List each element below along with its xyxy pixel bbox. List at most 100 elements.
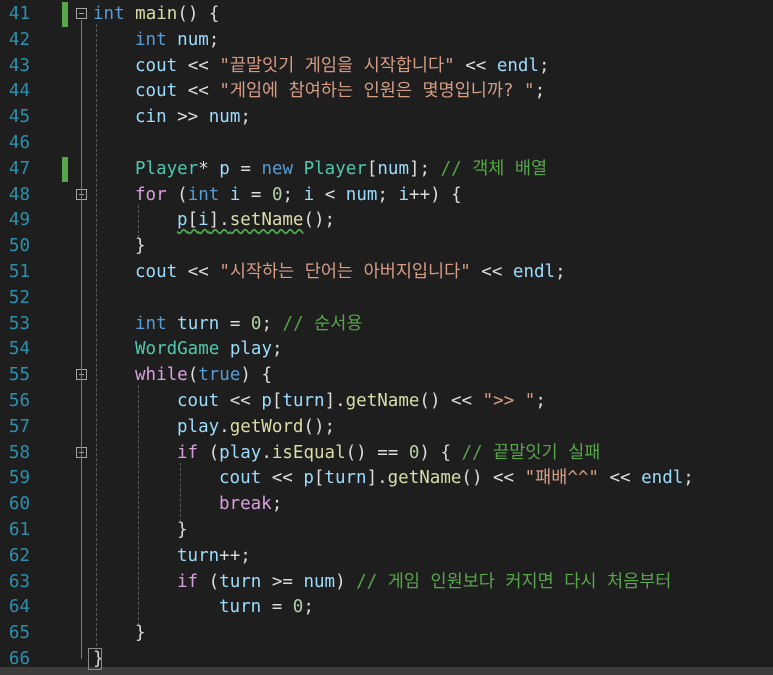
line-number: 52	[8, 287, 30, 308]
code-token: main	[135, 4, 178, 24]
code-token: [	[313, 468, 325, 489]
code-token: >>	[166, 107, 209, 128]
code-token: true	[198, 365, 241, 386]
code-text: cout << p[turn].getName() << ">> ";	[177, 389, 546, 415]
code-token: [	[187, 210, 199, 231]
code-line[interactable]: 42 int num;	[0, 28, 773, 54]
code-token: ;	[271, 494, 283, 515]
code-line[interactable]: 58 if (play.isEqual() == 0) { // 끝말잇기 실패	[0, 441, 773, 467]
code-text: turn++;	[177, 544, 251, 570]
collapse-icon[interactable]	[76, 8, 87, 19]
code-text: int turn = 0; // 순서용	[135, 312, 362, 338]
indent-guide	[96, 24, 97, 651]
code-token: int	[135, 313, 167, 334]
code-line[interactable]: 48 for (int i = 0; i < num; i++) {	[0, 183, 773, 209]
code-line[interactable]: 45 cin >> num;	[0, 105, 773, 131]
code-token: <<	[470, 262, 513, 282]
code-token: () ==	[345, 442, 409, 463]
code-text: Player* p = new Player[num]; // 객체 배열	[135, 157, 547, 183]
code-line[interactable]: 61}	[0, 518, 773, 544]
code-token: // 객체 배열	[440, 158, 548, 179]
line-number: 50	[8, 236, 30, 257]
code-token: }	[177, 520, 188, 540]
code-text: if (play.isEqual() == 0) { // 끝말잇기 실패	[177, 441, 600, 467]
code-text: cout << "끝말잇기 게임을 시작합니다" << endl;	[135, 54, 550, 80]
code-token: i	[229, 184, 241, 205]
code-line[interactable]: 57 play.getWord();	[0, 415, 773, 441]
code-token: ++) {	[409, 184, 462, 205]
code-line[interactable]: 60 break;	[0, 492, 773, 518]
code-text: while(true) {	[135, 363, 272, 389]
code-token: WordGame	[135, 339, 220, 360]
code-line[interactable]: 44 cout << "게임에 참여하는 인원은 몇명입니까? ";	[0, 79, 773, 105]
code-line[interactable]: 65}	[0, 621, 773, 647]
code-line[interactable]: 66}	[0, 647, 773, 673]
code-line[interactable]: 52	[0, 286, 773, 312]
code-token: i	[398, 184, 410, 205]
code-token: (	[166, 184, 188, 205]
code-token: ;	[377, 184, 399, 205]
code-token: ;	[303, 597, 314, 618]
code-token: int	[135, 29, 167, 50]
code-token: isEqual	[271, 442, 346, 463]
code-line[interactable]: 53 int turn = 0; // 순서용	[0, 312, 773, 338]
code-editor[interactable]: 41 int main() {42 int num; 43 cout << "끝말잇기 …	[0, 0, 773, 675]
code-token: =	[240, 184, 272, 205]
code-text: int num;	[135, 28, 219, 54]
code-line[interactable]: 46	[0, 131, 773, 157]
code-line[interactable]: 54 WordGame play;	[0, 337, 773, 363]
code-token: 0	[272, 184, 283, 205]
code-text: cin >> num;	[135, 105, 251, 131]
code-line[interactable]: 43 cout << "끝말잇기 게임을 시작합니다" << endl;	[0, 54, 773, 80]
code-token: ">> "	[482, 391, 536, 411]
line-number: 55	[8, 365, 30, 386]
code-line[interactable]: 63 if (turn >= num) // 게임 인원보다 커지면 다시 처음부…	[0, 570, 773, 596]
code-token: <<	[177, 262, 220, 282]
code-line[interactable]: 47 Player* p = new Player[num]; // 객체 배열	[0, 156, 773, 183]
code-token: if	[177, 571, 199, 592]
code-token: ) {	[240, 365, 272, 386]
code-token: *	[198, 158, 220, 179]
code-token: new	[261, 158, 294, 179]
text-cursor	[88, 648, 102, 670]
line-number: 43	[8, 55, 30, 76]
code-token: <<	[219, 391, 262, 411]
change-marker	[62, 2, 68, 27]
code-line[interactable]: 55 while(true) {	[0, 363, 773, 389]
code-line[interactable]: 49 p[i].setName();	[0, 208, 773, 234]
code-token: cin	[135, 107, 167, 128]
code-token: 0	[250, 313, 262, 334]
code-token: "게임에 참여하는 인원은 몇명입니까? "	[219, 81, 535, 102]
code-text: turn = 0;	[219, 595, 314, 621]
code-line[interactable]: 62 turn++;	[0, 544, 773, 570]
code-token: <<	[261, 468, 304, 489]
code-token: getName	[387, 468, 462, 489]
code-token: ].	[324, 391, 346, 411]
code-line[interactable]: 59 cout << p[turn].getName() << "패배^^" <<…	[0, 466, 773, 492]
line-number: 66	[8, 649, 30, 669]
code-token: // 게임 인원보다 커지면 다시 처음부터	[356, 571, 672, 592]
code-token: <<	[598, 468, 642, 489]
code-token: i	[303, 184, 315, 205]
code-token: <<	[177, 81, 220, 102]
code-token: ;	[535, 391, 546, 411]
code-token: i	[198, 210, 209, 231]
code-line[interactable]: 50}	[0, 234, 773, 260]
line-number: 51	[8, 262, 30, 282]
code-token: ;	[240, 107, 251, 128]
line-number: 53	[8, 313, 30, 334]
code-text: break;	[219, 492, 282, 518]
code-line[interactable]: 41 int main() {	[0, 2, 773, 28]
code-token: p	[219, 158, 230, 179]
code-token: cout	[135, 81, 178, 102]
line-number: 61	[8, 520, 30, 540]
code-line[interactable]: 64 turn = 0;	[0, 595, 773, 621]
code-line[interactable]: 56 cout << p[turn].getName() << ">> ";	[0, 389, 773, 415]
line-number: 48	[8, 184, 30, 205]
line-number: 46	[8, 133, 30, 153]
code-token: 0	[292, 597, 304, 618]
code-token: p	[303, 468, 314, 489]
code-line[interactable]: 51 cout << "시작하는 단어는 아버지입니다" << endl;	[0, 260, 773, 286]
